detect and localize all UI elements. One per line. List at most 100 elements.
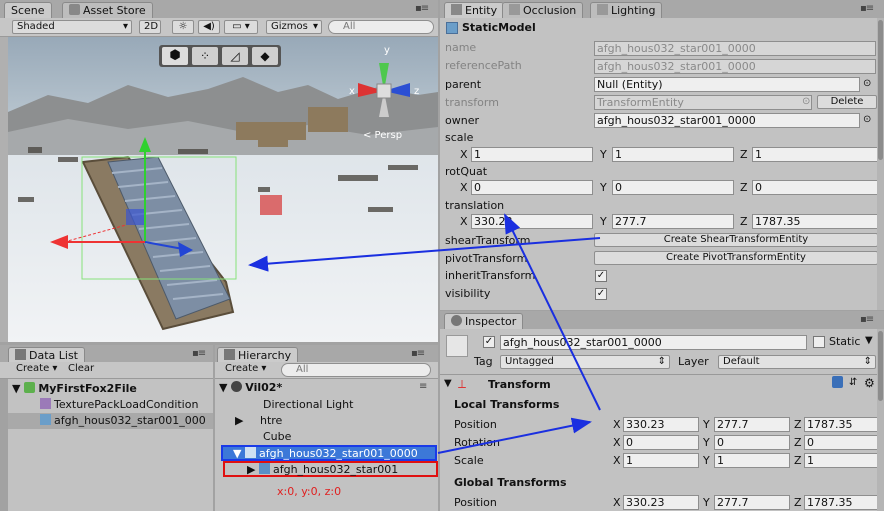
expand-arrow-icon[interactable]: ▶	[235, 414, 243, 427]
scale-x-field-inspector[interactable]: 1	[623, 453, 699, 468]
nodes-tool-icon[interactable]: ⁘	[192, 47, 218, 65]
reference-path-field[interactable]: afgh_hous032_star001_0000	[594, 59, 876, 74]
entity-panel-menu-icon[interactable]: ▪≡	[860, 3, 874, 14]
inspector-scrollbar[interactable]	[877, 329, 884, 511]
tab-hierarchy[interactable]: Hierarchy	[217, 347, 299, 363]
component-collapse-icon[interactable]: ▼	[444, 378, 452, 389]
name-field[interactable]: afgh_hous032_star001_0000	[594, 41, 876, 56]
tab-data-list[interactable]: Data List	[8, 347, 85, 363]
position-label: Position	[454, 418, 497, 431]
list-item[interactable]: ▼ MyFirstFox2File	[8, 381, 213, 397]
inspector-menu-icon[interactable]: ▪≡	[860, 314, 874, 325]
hex-tool-icon[interactable]: ⬢	[162, 47, 188, 65]
rotquat-y-field[interactable]: 0	[612, 180, 734, 195]
hierarchy-item-htre[interactable]: ▶ htre	[215, 413, 438, 429]
entity-icon	[451, 4, 462, 15]
rotation-y-field[interactable]: 0	[714, 435, 790, 450]
rotquat-z-field[interactable]: 0	[752, 180, 878, 195]
expand-arrow-icon[interactable]: ▶	[247, 463, 255, 476]
rotquat-x-field[interactable]: 0	[471, 180, 593, 195]
position-z-field[interactable]: 1787.35	[804, 417, 880, 432]
hierarchy-create-button[interactable]: Create ▾	[221, 363, 275, 377]
transform-picker-icon[interactable]: ⊙	[802, 96, 810, 107]
collapse-arrow-icon[interactable]: ▼	[233, 447, 241, 460]
translation-y-field[interactable]: 277.7	[612, 214, 734, 229]
datalist-clear-button[interactable]: Clear	[64, 363, 100, 377]
name-label: name	[445, 41, 477, 54]
datalist-create-button[interactable]: Create ▾	[12, 363, 64, 377]
global-position-x-field[interactable]: 330.23	[623, 495, 699, 510]
face-tool-icon[interactable]: ◆	[252, 47, 278, 65]
create-shear-button[interactable]: Create ShearTransformEntity	[594, 233, 878, 247]
hierarchy-item-selected[interactable]: ▼ afgh_hous032_star001_0000	[221, 445, 437, 461]
rotation-x-field[interactable]: 0	[623, 435, 699, 450]
owner-picker-icon[interactable]: ⊙	[863, 114, 871, 125]
scene-menu-icon[interactable]: ≡	[419, 381, 427, 392]
scene-viewport[interactable]: ⬢ ⁘ ◿ ◆ y x z < Persp	[8, 37, 438, 342]
static-checkbox[interactable]	[813, 336, 825, 348]
audio-toggle-icon[interactable]: ◀)	[198, 20, 220, 34]
visibility-checkbox[interactable]: ✓	[595, 288, 607, 300]
object-name-field[interactable]: afgh_hous032_star001_0000	[500, 335, 807, 350]
entity-scrollbar[interactable]	[877, 18, 884, 310]
effects-dropdown-icon[interactable]: ▭ ▾	[224, 20, 258, 34]
scale-x-field[interactable]: 1	[471, 147, 593, 162]
list-item[interactable]: TexturePackLoadCondition	[8, 397, 213, 413]
vertex-tool-icon[interactable]: ◿	[222, 47, 248, 65]
tab-scene[interactable]: Scene	[4, 2, 52, 18]
inherit-transform-checkbox[interactable]: ✓	[595, 270, 607, 282]
hierarchy-menu-icon[interactable]: ▪≡	[411, 348, 425, 359]
expand-arrow-icon[interactable]: ▼	[8, 382, 20, 395]
static-dropdown-icon[interactable]: ▼	[865, 335, 873, 346]
translation-x-field[interactable]: 330.23	[471, 214, 593, 229]
hierarchy-search-input[interactable]: All	[281, 363, 431, 377]
panel-menu-icon[interactable]: ▪≡	[415, 3, 429, 14]
tab-asset-store[interactable]: Asset Store	[62, 2, 153, 18]
scale-z-field[interactable]: 1	[752, 147, 878, 162]
position-y-field[interactable]: 277.7	[714, 417, 790, 432]
hierarchy-item-cube[interactable]: Cube	[215, 429, 438, 445]
scale-y-field[interactable]: 1	[612, 147, 734, 162]
parent-field[interactable]: Null (Entity)	[594, 77, 860, 92]
scale-y-field-inspector[interactable]: 1	[714, 453, 790, 468]
hierarchy-item-child[interactable]: ▶ afgh_hous032_star001	[223, 461, 438, 477]
owner-field[interactable]: afgh_hous032_star001_0000	[594, 113, 860, 128]
rotquat-z-label: Z	[740, 181, 748, 194]
persp-label[interactable]: < Persp	[363, 130, 402, 141]
scale-z-label: Z	[740, 148, 748, 161]
layer-dropdown[interactable]: Default ⇕	[718, 355, 876, 369]
create-pivot-button[interactable]: Create PivotTransformEntity	[594, 251, 878, 265]
position-x-field[interactable]: 330.23	[623, 417, 699, 432]
global-position-z-field[interactable]: 1787.35	[804, 495, 880, 510]
gizmos-dropdown[interactable]: Gizmos ▾	[266, 20, 322, 34]
lighting-toggle-icon[interactable]: ☼	[172, 20, 194, 34]
help-book-icon[interactable]	[832, 376, 843, 388]
model-icon	[40, 414, 51, 425]
preset-icon[interactable]: ⇵	[849, 377, 857, 388]
rotation-z-field[interactable]: 0	[804, 435, 880, 450]
tag-dropdown[interactable]: Untagged ⇕	[500, 355, 670, 369]
hierarchy-item-directional-light[interactable]: Directional Light	[215, 397, 438, 413]
scene-root-item[interactable]: ▼ Vil02*	[215, 380, 438, 396]
visibility-label: visibility	[445, 287, 491, 300]
active-checkbox[interactable]: ✓	[483, 336, 495, 348]
static-label: Static	[829, 335, 861, 348]
tab-inspector[interactable]: Inspector	[444, 313, 524, 329]
scale-z-field-inspector[interactable]: 1	[804, 453, 880, 468]
tab-occlusion[interactable]: Occlusion	[502, 2, 584, 18]
shading-dropdown[interactable]: Shaded ▾	[12, 20, 132, 34]
tab-entity[interactable]: Entity	[444, 2, 505, 18]
datalist-menu-icon[interactable]: ▪≡	[192, 348, 206, 359]
translation-z-field[interactable]: 1787.35	[752, 214, 878, 229]
list-item-selected[interactable]: afgh_hous032_star001_000	[8, 413, 213, 429]
global-position-y-field[interactable]: 277.7	[714, 495, 790, 510]
store-icon	[69, 4, 80, 15]
parent-picker-icon[interactable]: ⊙	[863, 78, 871, 89]
scene-search-input[interactable]: All	[328, 20, 434, 34]
component-gear-icon[interactable]: ⚙	[864, 376, 875, 390]
mode-2d-button[interactable]: 2D	[139, 20, 161, 34]
transform-field[interactable]: TransformEntity	[594, 95, 812, 110]
tab-lighting[interactable]: Lighting	[590, 2, 663, 18]
delete-button[interactable]: Delete	[817, 95, 877, 109]
orientation-gizmo[interactable]: y x z	[346, 41, 426, 136]
